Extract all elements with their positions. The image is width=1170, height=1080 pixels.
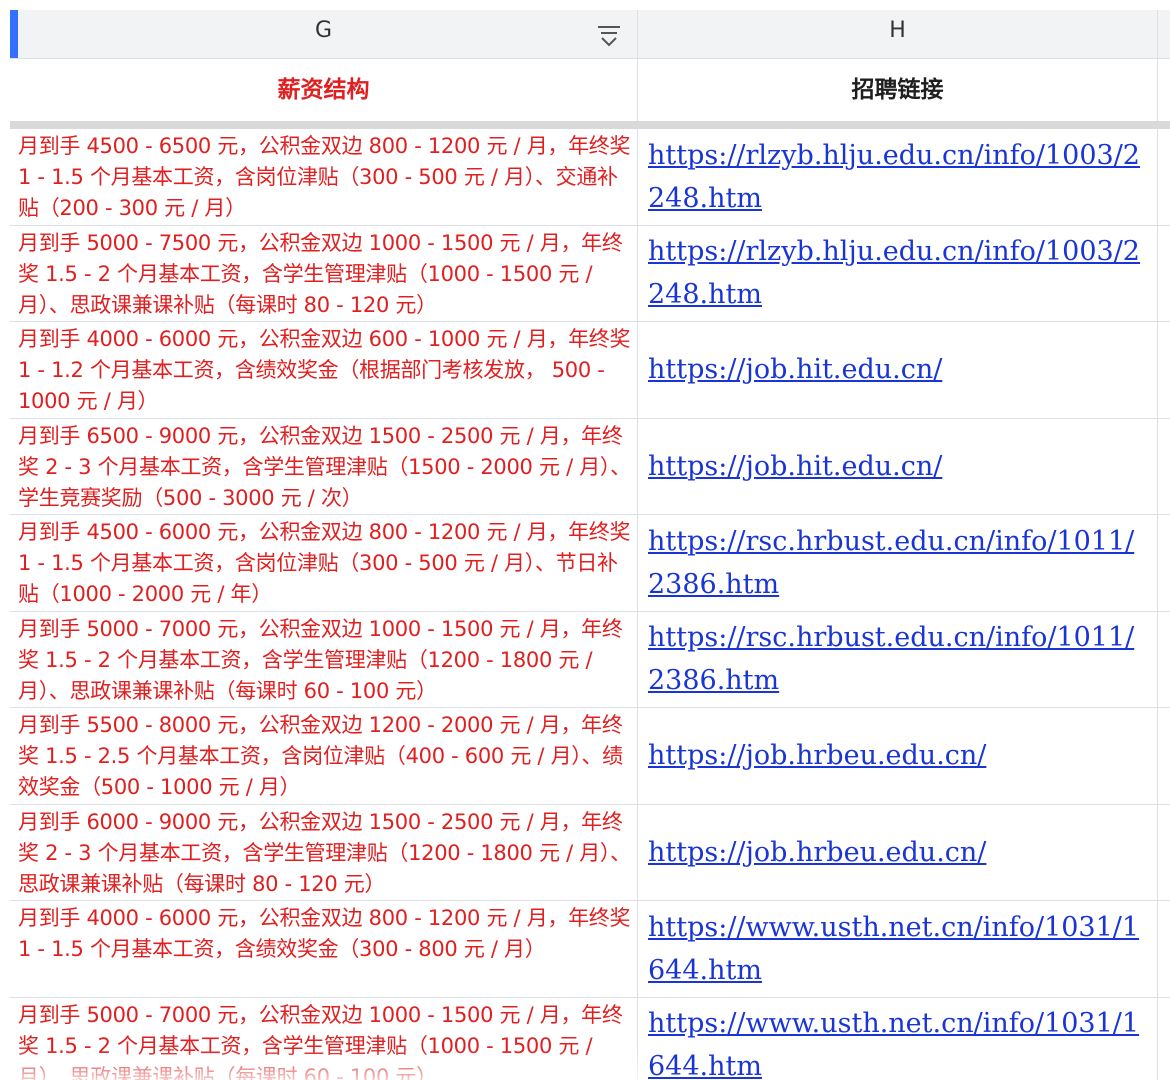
table-row: 月到手 4500 - 6500 元，公积金双边 800 - 1200 元 / 月… xyxy=(10,129,1170,226)
salary-cell[interactable]: 月到手 4500 - 6000 元，公积金双边 800 - 1200 元 / 月… xyxy=(10,515,638,611)
data-rows: 月到手 4500 - 6500 元，公积金双边 800 - 1200 元 / 月… xyxy=(10,129,1170,1080)
salary-cell[interactable]: 月到手 5000 - 7500 元，公积金双边 1000 - 1500 元 / … xyxy=(10,225,638,321)
link-cell[interactable]: https://job.hit.edu.cn/ xyxy=(638,418,1158,514)
header-cell-link[interactable]: 招聘链接 xyxy=(638,59,1158,121)
table-row: 月到手 5500 - 8000 元，公积金双边 1200 - 2000 元 / … xyxy=(10,708,1170,805)
field-title-row: 薪资结构 招聘链接 xyxy=(10,59,1170,122)
column-header-h[interactable]: H xyxy=(638,10,1158,58)
link-cell[interactable]: https://job.hit.edu.cn/ xyxy=(638,322,1158,418)
header-cell-salary[interactable]: 薪资结构 xyxy=(10,59,638,121)
table-row: 月到手 6500 - 9000 元，公积金双边 1500 - 2500 元 / … xyxy=(10,418,1170,515)
recruitment-link[interactable]: https://job.hit.edu.cn/ xyxy=(648,445,942,488)
spreadsheet-view: G H 薪资结构 招聘链接 月到手 4500 - 6500 元，公积金双边 80… xyxy=(0,0,1170,1080)
salary-cell[interactable]: 月到手 5000 - 7000 元，公积金双边 1000 - 1500 元 / … xyxy=(10,997,638,1080)
salary-cell[interactable]: 月到手 6500 - 9000 元，公积金双边 1500 - 2500 元 / … xyxy=(10,418,638,514)
salary-cell[interactable]: 月到手 4500 - 6500 元，公积金双边 800 - 1200 元 / 月… xyxy=(10,129,638,225)
table-row: 月到手 5000 - 7000 元，公积金双边 1000 - 1500 元 / … xyxy=(10,997,1170,1080)
link-cell[interactable]: https://rlzyb.hlju.edu.cn/info/1003/2248… xyxy=(638,129,1158,225)
top-strip xyxy=(0,0,1170,10)
table-row: 月到手 6000 - 9000 元，公积金双边 1500 - 2500 元 / … xyxy=(10,804,1170,901)
link-cell[interactable]: https://job.hrbeu.edu.cn/ xyxy=(638,804,1158,900)
recruitment-link[interactable]: https://rsc.hrbust.edu.cn/info/1011/2386… xyxy=(648,616,1149,702)
recruitment-link[interactable]: https://job.hrbeu.edu.cn/ xyxy=(648,831,986,874)
filter-icon[interactable] xyxy=(594,20,624,50)
table-row: 月到手 4000 - 6000 元，公积金双边 600 - 1000 元 / 月… xyxy=(10,322,1170,419)
table-row: 月到手 4500 - 6000 元，公积金双边 800 - 1200 元 / 月… xyxy=(10,515,1170,612)
recruitment-link[interactable]: https://job.hrbeu.edu.cn/ xyxy=(648,734,986,777)
recruitment-link[interactable]: https://www.usth.net.cn/info/1031/1644.h… xyxy=(648,1002,1149,1080)
link-cell[interactable]: https://www.usth.net.cn/info/1031/1644.h… xyxy=(638,901,1158,997)
recruitment-link[interactable]: https://rlzyb.hlju.edu.cn/info/1003/2248… xyxy=(648,230,1149,316)
salary-cell[interactable]: 月到手 5000 - 7000 元，公积金双边 1000 - 1500 元 / … xyxy=(10,611,638,707)
recruitment-link[interactable]: https://rlzyb.hlju.edu.cn/info/1003/2248… xyxy=(648,134,1149,220)
active-column-marker xyxy=(10,10,18,58)
column-letter-g: G xyxy=(314,18,333,43)
salary-cell[interactable]: 月到手 4000 - 6000 元，公积金双边 800 - 1200 元 / 月… xyxy=(10,901,638,997)
link-cell[interactable]: https://rsc.hrbust.edu.cn/info/1011/2386… xyxy=(638,611,1158,707)
recruitment-link[interactable]: https://job.hit.edu.cn/ xyxy=(648,348,942,391)
link-cell[interactable]: https://www.usth.net.cn/info/1031/1644.h… xyxy=(638,997,1158,1080)
column-letter-h: H xyxy=(889,18,906,43)
salary-cell[interactable]: 月到手 4000 - 6000 元，公积金双边 600 - 1000 元 / 月… xyxy=(10,322,638,418)
recruitment-link[interactable]: https://rsc.hrbust.edu.cn/info/1011/2386… xyxy=(648,520,1149,606)
freeze-divider[interactable] xyxy=(10,121,1170,129)
link-cell[interactable]: https://job.hrbeu.edu.cn/ xyxy=(638,708,1158,804)
recruitment-link[interactable]: https://www.usth.net.cn/info/1031/1644.h… xyxy=(648,906,1149,992)
salary-cell[interactable]: 月到手 5500 - 8000 元，公积金双边 1200 - 2000 元 / … xyxy=(10,708,638,804)
link-cell[interactable]: https://rsc.hrbust.edu.cn/info/1011/2386… xyxy=(638,515,1158,611)
salary-cell[interactable]: 月到手 6000 - 9000 元，公积金双边 1500 - 2500 元 / … xyxy=(10,804,638,900)
table-row: 月到手 4000 - 6000 元，公积金双边 800 - 1200 元 / 月… xyxy=(10,901,1170,998)
column-header-row: G H xyxy=(10,10,1170,59)
table-row: 月到手 5000 - 7500 元，公积金双边 1000 - 1500 元 / … xyxy=(10,225,1170,322)
table-row: 月到手 5000 - 7000 元，公积金双边 1000 - 1500 元 / … xyxy=(10,611,1170,708)
column-header-g[interactable]: G xyxy=(10,10,638,58)
link-cell[interactable]: https://rlzyb.hlju.edu.cn/info/1003/2248… xyxy=(638,225,1158,321)
